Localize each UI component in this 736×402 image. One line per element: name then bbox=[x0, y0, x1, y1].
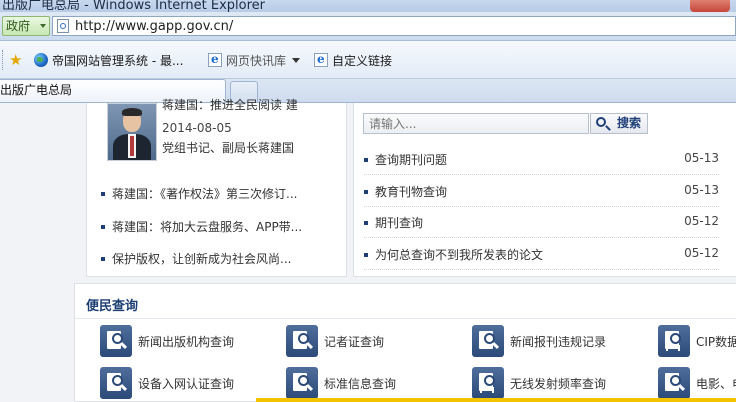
standard-info-icon bbox=[286, 367, 318, 399]
favorites-star-icon[interactable]: ★ bbox=[9, 53, 22, 68]
query-panel: 搜索 查询期刊问题 05-13 教育刊物查询 05-13 期刊查询 05-12 … bbox=[353, 103, 736, 277]
window-title: 出版广电总局 - Windows Internet Explorer bbox=[2, 0, 265, 12]
query-item-text: 教育刊物查询 bbox=[375, 185, 448, 199]
favorite-link-label: 网页快讯库 bbox=[226, 54, 287, 68]
leader-title: 党组书记、副局长蒋建国 bbox=[162, 141, 295, 155]
news-item[interactable]: 蒋建国：《著作权法》第三次修订... bbox=[101, 185, 297, 202]
url-text: http://www.gapp.gov.cn/ bbox=[75, 19, 234, 34]
service-label: CIP数据 bbox=[696, 335, 736, 349]
query-item-date: 05-13 bbox=[684, 151, 719, 165]
search-input[interactable] bbox=[363, 113, 589, 134]
chevron-down-icon[interactable] bbox=[292, 58, 301, 63]
chevron-down-icon bbox=[40, 24, 46, 28]
service-label: 标准信息查询 bbox=[324, 377, 397, 391]
news-item-text: 蒋建国：将加大云盘服务、APP带... bbox=[112, 220, 303, 234]
services-panel: 便民查询 新闻出版机构查询 记者证查询 新闻报刊违规记录 CIP数据 设备入网认… bbox=[74, 283, 736, 402]
news-item[interactable]: 蒋建国：将加大云盘服务、APP带... bbox=[101, 218, 302, 235]
query-list-item[interactable]: 期刊查询 05-12 bbox=[364, 206, 719, 238]
service-label: 记者证查询 bbox=[324, 335, 385, 349]
query-list-item[interactable]: 查询期刊问题 05-13 bbox=[364, 143, 719, 175]
bullet-icon bbox=[101, 225, 105, 229]
service-label: 无线发射频率查询 bbox=[510, 377, 607, 391]
security-zone-label: 政府 bbox=[6, 19, 31, 33]
violation-record-icon bbox=[472, 325, 504, 357]
query-item-text: 期刊查询 bbox=[375, 216, 424, 230]
leader-portrait[interactable] bbox=[107, 103, 157, 161]
favorite-custom-links[interactable]: 自定义链接 bbox=[314, 50, 393, 70]
favorite-web-slice-gallery[interactable]: 网页快讯库 bbox=[208, 50, 301, 70]
query-item-date: 05-12 bbox=[684, 214, 719, 228]
tab-label: 出版广电总局 bbox=[0, 83, 73, 97]
ie-page-icon bbox=[314, 50, 328, 68]
favorite-link-label: 自定义链接 bbox=[332, 54, 393, 68]
toolbar-grip[interactable] bbox=[2, 50, 5, 70]
ie-page-icon bbox=[57, 19, 69, 33]
security-zone-badge[interactable]: 政府 bbox=[2, 16, 50, 36]
news-item-text: 保护版权，让创新成为社会风尚... bbox=[112, 252, 292, 266]
news-item-text: 蒋建国：《著作权法》第三次修订... bbox=[112, 187, 298, 201]
news-item[interactable]: 保护版权，让创新成为社会风尚... bbox=[101, 250, 291, 267]
bullet-icon bbox=[101, 257, 105, 261]
query-list-item[interactable]: 为何总查询不到我所发表的论文 05-12 bbox=[364, 238, 719, 270]
bullet-icon bbox=[101, 192, 105, 196]
window-close-button[interactable] bbox=[690, 0, 730, 12]
query-item-date: 05-13 bbox=[684, 183, 719, 197]
bullet-icon bbox=[364, 221, 368, 225]
agency-search-icon bbox=[100, 325, 132, 357]
leader-news-panel: 蒋建国：推进全民阅读 建 2014-08-05 党组书记、副局长蒋建国 蒋建国：… bbox=[86, 98, 347, 277]
bullet-icon bbox=[364, 158, 368, 162]
address-bar: 政府 http://www.gapp.gov.cn/ bbox=[0, 12, 736, 41]
query-item-text: 为何总查询不到我所发表的论文 bbox=[375, 248, 544, 262]
service-label: 设备入网认证查询 bbox=[138, 377, 235, 391]
cip-data-icon bbox=[658, 325, 690, 357]
search-button[interactable]: 搜索 bbox=[590, 113, 648, 134]
tab-bar: 出版广电总局 bbox=[0, 79, 736, 103]
globe-icon bbox=[34, 53, 48, 67]
service-label: 新闻报刊违规记录 bbox=[510, 335, 607, 349]
service-label: 新闻出版机构查询 bbox=[138, 335, 235, 349]
page-content: 蒋建国：推进全民阅读 建 2014-08-05 党组书记、副局长蒋建国 蒋建国：… bbox=[0, 98, 736, 402]
services-heading: 便民查询 bbox=[86, 299, 139, 314]
favorites-bar: ★ 帝国网站管理系统 - 最... 网页快讯库 自定义链接 bbox=[0, 41, 736, 79]
leader-headline-link[interactable]: 蒋建国：推进全民阅读 建 bbox=[162, 96, 298, 113]
leader-date: 2014-08-05 bbox=[162, 121, 232, 135]
divider bbox=[75, 318, 736, 319]
service-label: 电影、电 bbox=[696, 377, 736, 391]
search-icon bbox=[596, 117, 606, 127]
device-certification-icon bbox=[100, 367, 132, 399]
search-button-label: 搜索 bbox=[616, 116, 641, 130]
query-item-text: 查询期刊问题 bbox=[375, 153, 448, 167]
window-titlebar: 出版广电总局 - Windows Internet Explorer bbox=[0, 0, 736, 12]
accent-strip bbox=[256, 398, 736, 402]
favorite-link-empire-cms[interactable]: 帝国网站管理系统 - 最... bbox=[34, 52, 183, 70]
query-item-date: 05-12 bbox=[684, 246, 719, 260]
bullet-icon bbox=[364, 253, 368, 257]
url-input[interactable]: http://www.gapp.gov.cn/ bbox=[52, 16, 736, 36]
ie-page-icon bbox=[208, 50, 222, 68]
press-card-search-icon bbox=[286, 325, 318, 357]
wireless-frequency-icon bbox=[472, 367, 504, 399]
bullet-icon bbox=[364, 190, 368, 194]
film-search-icon bbox=[658, 367, 690, 399]
favorite-link-label: 帝国网站管理系统 - 最... bbox=[52, 54, 184, 68]
query-list-item[interactable]: 教育刊物查询 05-13 bbox=[364, 175, 719, 207]
